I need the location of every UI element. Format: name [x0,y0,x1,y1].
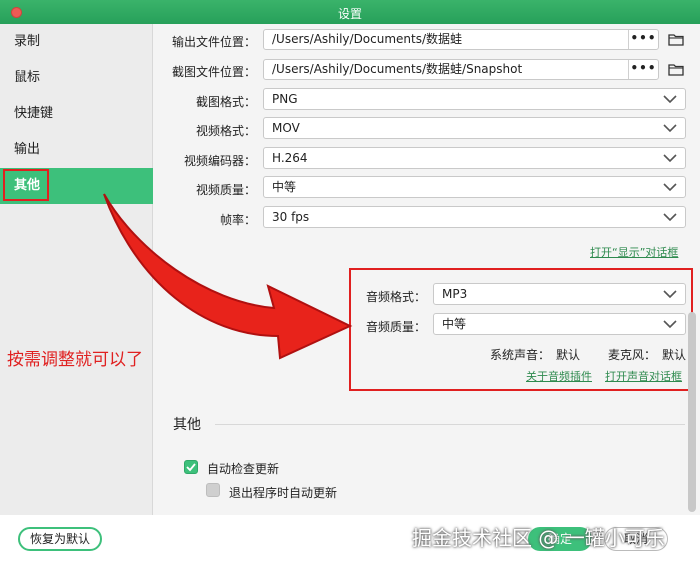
sidebar-item-output[interactable]: 输出 [0,132,153,168]
audio-format-label: 音频格式： [365,290,426,304]
checkmark-icon [186,463,196,472]
chevron-down-icon [663,124,677,133]
audio-format-value: MP3 [442,287,468,301]
system-sound-value: 默认 [556,348,581,362]
screenshot-location-browse-button[interactable]: ••• [628,60,658,79]
section-title-other: 其他 [173,417,201,433]
chevron-down-icon [663,95,677,104]
output-location-browse-button[interactable]: ••• [628,30,658,49]
sidebar-item-mouse[interactable]: 鼠标 [0,60,153,96]
sidebar-highlight-box [3,169,49,201]
open-sound-dialog-link[interactable]: 打开声音对话框 [605,368,682,384]
auto-update-on-exit-label: 退出程序时自动更新 [229,486,338,500]
screenshot-location-field[interactable]: /Users/Ashily/Documents/数据蛙/Snapshot ••• [263,59,659,80]
chevron-down-icon [663,154,677,163]
audio-quality-value: 中等 [442,317,467,331]
output-location-value: /Users/Ashily/Documents/数据蛙 [272,32,463,46]
title-bar: 设置 [0,0,700,24]
video-format-value: MOV [272,121,300,135]
scrollbar[interactable] [688,312,696,512]
output-location-label: 输出文件位置： [171,35,256,49]
about-audio-plugin-link[interactable]: 关于音频插件 [526,368,592,384]
folder-icon[interactable] [668,63,684,76]
screenshot-format-label: 截图格式： [195,95,256,109]
chevron-down-icon [663,213,677,222]
screenshot-format-value: PNG [272,92,298,106]
audio-format-select[interactable]: MP3 [433,283,686,305]
system-sound-label: 系统声音： [489,348,550,362]
auto-check-update-label: 自动检查更新 [207,462,280,476]
section-divider [215,424,685,425]
microphone-label: 麦克风： [607,348,656,362]
screenshot-location-value: /Users/Ashily/Documents/数据蛙/Snapshot [272,62,523,76]
chevron-down-icon [663,320,677,329]
chevron-down-icon [663,183,677,192]
reset-default-button[interactable]: 恢复为默认 [18,527,102,551]
watermark: 掘金技术社区 @ 一罐小可乐 [412,526,665,550]
screenshot-location-label: 截图文件位置： [171,65,256,79]
open-display-dialog-link[interactable]: 打开“显示”对话框 [590,244,678,260]
video-encoder-label: 视频编码器： [183,154,256,168]
folder-icon[interactable] [668,33,684,46]
video-format-select[interactable]: MOV [263,117,686,139]
chevron-down-icon [663,290,677,299]
screenshot-format-select[interactable]: PNG [263,88,686,110]
window-title: 设置 [337,7,362,21]
auto-update-on-exit-checkbox[interactable] [206,483,220,497]
annotation-arrow-icon [103,193,353,360]
microphone-value: 默认 [662,348,687,362]
annotation-text: 按需调整就可以了 [7,350,143,370]
video-format-label: 视频格式： [195,124,256,138]
sidebar-item-shortcuts[interactable]: 快捷键 [0,96,153,132]
output-location-field[interactable]: /Users/Ashily/Documents/数据蛙 ••• [263,29,659,50]
audio-quality-select[interactable]: 中等 [433,313,686,335]
audio-quality-label: 音频质量： [365,320,426,334]
auto-check-update-checkbox[interactable] [184,460,198,474]
video-encoder-value: H.264 [272,151,308,165]
sidebar-item-record[interactable]: 录制 [0,24,153,60]
video-encoder-select[interactable]: H.264 [263,147,686,169]
